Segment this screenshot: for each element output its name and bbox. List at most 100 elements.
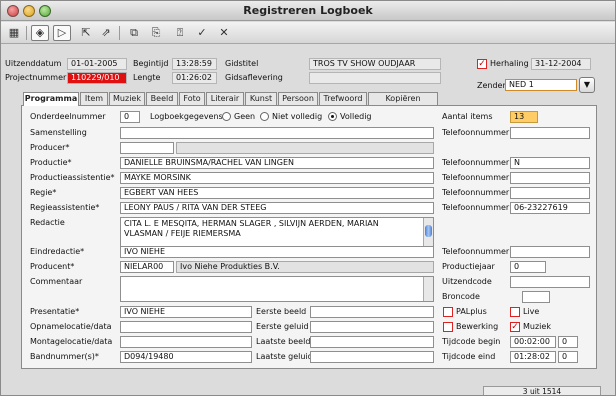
help-icon[interactable]: ⍰ — [171, 25, 189, 41]
radio-volledig[interactable] — [328, 112, 337, 121]
tab-kopieren-logboek[interactable]: Kopiëren logboek — [368, 92, 438, 114]
muziek-checkbox[interactable]: ✓ — [510, 322, 520, 332]
bandnummer-input[interactable]: D094/19480 — [120, 351, 252, 363]
toolbar-divider — [119, 26, 120, 40]
toolbar-divider — [26, 26, 27, 40]
producent-code-input[interactable]: NIELAR00 — [120, 261, 174, 273]
productieassistentie-label: Productieassistentie* — [30, 173, 115, 182]
telefoon-input-productie[interactable]: N — [510, 157, 590, 169]
producent-name-field: Ivo Niehe Produkties B.V. — [176, 261, 434, 273]
record-icon[interactable]: ◈ — [31, 25, 49, 41]
laatste-geluid-label: Laatste geluid — [256, 352, 313, 361]
tab-programma[interactable]: Programma — [23, 92, 79, 106]
herhaling-checkbox[interactable]: ✓ — [477, 59, 487, 69]
tijdcode-eind-input[interactable]: 01:28:02 — [510, 351, 556, 363]
regie-input[interactable]: EGBERT VAN HEES — [120, 187, 434, 199]
productiejaar-input[interactable]: 0 — [510, 261, 546, 273]
tab-persoon[interactable]: Persoon — [278, 92, 318, 105]
montagelocatie-input[interactable] — [120, 336, 252, 348]
radio-niet-volledig-label: Niet volledig — [272, 112, 323, 121]
telefoon-input-eindredactie[interactable] — [510, 246, 590, 258]
paste-icon[interactable]: ⎘ — [147, 25, 165, 41]
insert-icon[interactable]: ⇱ — [77, 25, 95, 41]
bewerking-label: Bewerking — [456, 322, 499, 331]
tab-muziek[interactable]: Muziek — [109, 92, 145, 105]
tab-beeld[interactable]: Beeld — [146, 92, 178, 105]
redactie-label: Redactie — [30, 218, 65, 227]
laatste-geluid-input[interactable] — [310, 351, 434, 363]
toolbar: ▦ ◈ ▷ ⇱ ⇗ ⧉ ⎘ ⍰ ✓ ✕ — [1, 22, 615, 44]
radio-geen-label: Geen — [234, 112, 256, 121]
aantal-items-field: 13 — [510, 111, 538, 123]
redactie-textarea[interactable]: CITA L. E MESQITA, HERMAN SLAGER , SILVI… — [120, 217, 434, 247]
presentatie-input[interactable]: IVO NIEHE — [120, 306, 252, 318]
telefoon-input-regieassist[interactable]: 06-23227619 — [510, 202, 590, 214]
uitzendcode-input[interactable] — [510, 276, 590, 288]
tab-item[interactable]: Item — [80, 92, 108, 105]
commentaar-scrollbar[interactable] — [423, 277, 433, 301]
scrollbar-thumb[interactable] — [425, 225, 432, 237]
telefoon-label-productie: Telefoonnummer — [442, 158, 510, 167]
play-icon[interactable]: ▷ — [53, 25, 71, 41]
regieassistentie-input[interactable]: LEONY PAUS / RITA VAN DER STEEG — [120, 202, 434, 214]
commentaar-textarea[interactable] — [120, 276, 434, 302]
telefoon-label-eindredactie: Telefoonnummer — [442, 247, 510, 256]
live-checkbox[interactable] — [510, 307, 520, 317]
eindredactie-label: Eindredactie* — [30, 247, 85, 256]
eerste-geluid-label: Eerste geluid — [256, 322, 309, 331]
commentaar-label: Commentaar — [30, 277, 83, 286]
gidstitel-label: Gidstitel — [225, 59, 259, 68]
laatste-beeld-input[interactable] — [310, 336, 434, 348]
uitzendcode-label: Uitzendcode — [442, 277, 492, 286]
palplus-checkbox[interactable] — [443, 307, 453, 317]
producer-label: Producer* — [30, 143, 70, 152]
tijdcode-eind-frame-input[interactable]: 0 — [558, 351, 578, 363]
telefoon-input-1[interactable] — [510, 127, 590, 139]
tab-foto[interactable]: Foto — [179, 92, 205, 105]
onderdeelnummer-input[interactable]: 0 — [120, 111, 140, 123]
aantal-items-label: Aantal items — [442, 112, 493, 121]
eerste-geluid-input[interactable] — [310, 321, 434, 333]
uitzenddatum-value: 01-01-2005 — [67, 58, 127, 70]
telefoon-label-1: Telefoonnummer — [442, 128, 510, 137]
broncode-input[interactable] — [522, 291, 550, 303]
radio-niet-volledig[interactable] — [260, 112, 269, 121]
zender-select[interactable]: NED 1 — [505, 79, 577, 91]
montagelocatie-label: Montagelocatie/data — [30, 337, 113, 346]
laatste-beeld-label: Laatste beeld — [256, 337, 311, 346]
bandnummer-label: Bandnummer(s)* — [30, 352, 99, 361]
tab-kunst[interactable]: Kunst — [245, 92, 277, 105]
telefoon-input-regie[interactable] — [510, 187, 590, 199]
bewerking-checkbox[interactable] — [443, 322, 453, 332]
productieassistentie-input[interactable]: MAYKE MORSINK — [120, 172, 434, 184]
copy-icon[interactable]: ⧉ — [125, 25, 143, 41]
grid-icon[interactable]: ▦ — [5, 25, 23, 41]
tijdcode-begin-input[interactable]: 00:02:00 — [510, 336, 556, 348]
begintijd-label: Begintijd — [133, 59, 169, 68]
telefoon-input-prodassist[interactable] — [510, 172, 590, 184]
projectnummer-value: 110229/010 — [67, 72, 127, 84]
eerste-beeld-input[interactable] — [310, 306, 434, 318]
producer-code-input[interactable] — [120, 142, 174, 154]
opnamelocatie-input[interactable] — [120, 321, 252, 333]
close-icon[interactable]: ✕ — [215, 25, 233, 41]
radio-volledig-label: Volledig — [340, 112, 372, 121]
onderdeelnummer-label: Onderdeelnummer — [30, 112, 106, 121]
samenstelling-input[interactable] — [120, 127, 434, 139]
checkmark-icon[interactable]: ✓ — [193, 25, 211, 41]
projectnummer-label: Projectnummer — [5, 73, 67, 82]
herhaling-label: Herhaling — [490, 59, 529, 68]
tab-literair[interactable]: Literair — [206, 92, 244, 105]
productie-input[interactable]: DANIELLE BRUINSMA/RACHEL VAN LINGEN — [120, 157, 434, 169]
uitzenddatum-label: Uitzenddatum — [5, 59, 62, 68]
tijdcode-begin-frame-input[interactable]: 0 — [558, 336, 578, 348]
tab-trefwoord[interactable]: Trefwoord — [319, 92, 367, 105]
status-bar: 3 uit 1514 — [1, 383, 615, 395]
zender-dropdown-button[interactable]: ▼ — [579, 77, 595, 93]
gidstitel-value: TROS TV SHOW OUDJAAR — [309, 58, 441, 70]
regieassistentie-label: Regieassistentie* — [30, 203, 100, 212]
redactie-scrollbar[interactable] — [423, 218, 433, 246]
eindredactie-input[interactable]: IVO NIEHE — [120, 246, 434, 258]
export-icon[interactable]: ⇗ — [97, 25, 115, 41]
radio-geen[interactable] — [222, 112, 231, 121]
